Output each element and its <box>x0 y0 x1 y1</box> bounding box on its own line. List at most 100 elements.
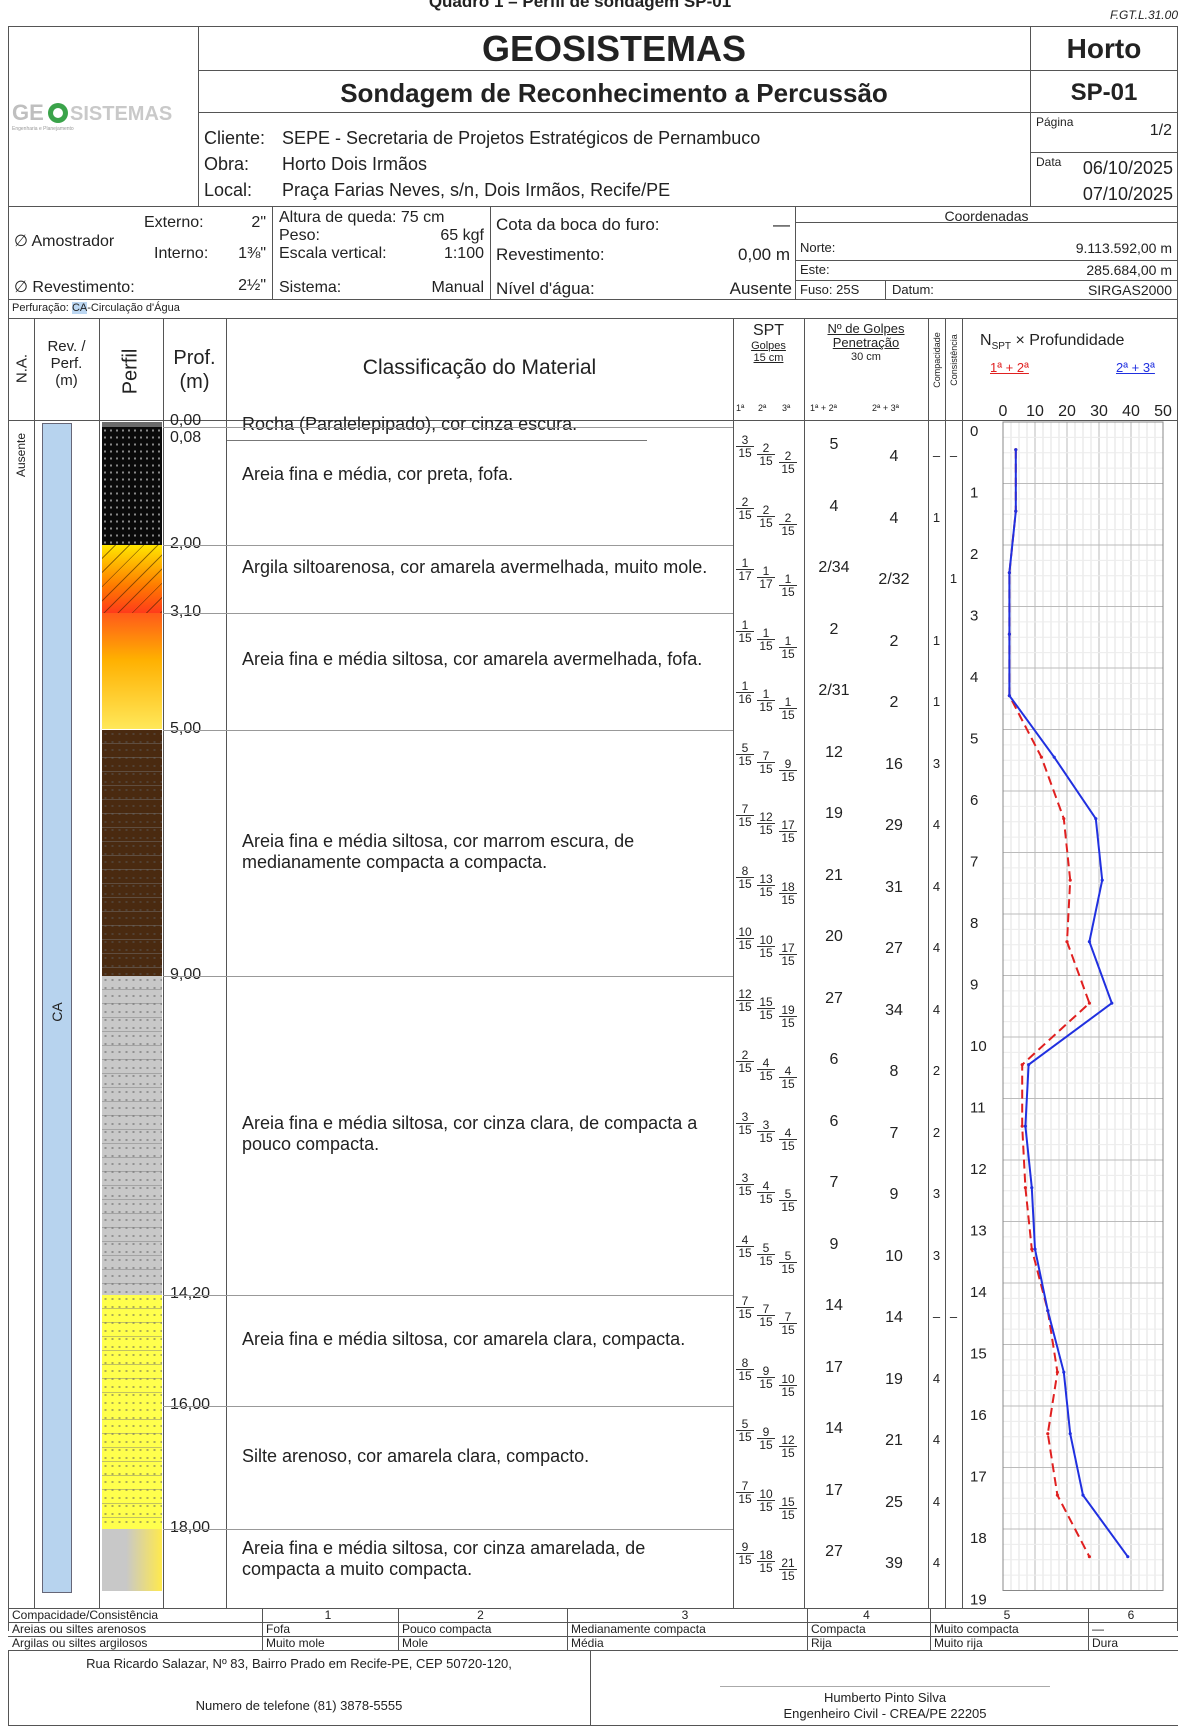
col-spt-header: SPT Golpes 15 cm <box>751 322 786 364</box>
profile-band-yellow <box>102 1295 162 1406</box>
form-code: F.GT.L.31.00 <box>1109 8 1178 22</box>
compacidade-value: – <box>932 1309 941 1325</box>
y-tick-label: 19 <box>970 1592 987 1609</box>
spt-blow-3: 15 15 <box>779 1496 797 1521</box>
layer-boundary <box>163 1529 733 1530</box>
series-point <box>1023 1124 1027 1128</box>
y-tick-label: 13 <box>970 1223 987 1240</box>
legend-cell: Pouco compacta <box>402 1622 492 1636</box>
layer-description: Areia fina e média siltosa, cor amarela … <box>242 1328 686 1349</box>
y-tick-label: 18 <box>970 1530 987 1547</box>
work-value: Horto Dois Irmãos <box>282 154 428 174</box>
compacidade-value: 4 <box>932 1432 941 1448</box>
layer-depth: 14,20 <box>170 1285 211 1303</box>
consistencia-value: 1 <box>949 571 958 587</box>
spt-blow-3: 18 15 <box>779 881 797 906</box>
spt-blow-2: 2 15 <box>757 442 775 467</box>
legend-cell: Média <box>571 1636 604 1650</box>
n-first-second: 7 <box>829 1174 839 1192</box>
casing-value: 2½" <box>238 277 266 294</box>
legend-cell: Argilas ou siltes argilosos <box>12 1636 148 1650</box>
compacidade-value: 1 <box>932 509 941 525</box>
layer-description: Areia fina e média siltosa, cor cinza am… <box>242 1537 646 1579</box>
n-first-second: 2/31 <box>818 682 850 700</box>
series-point <box>1039 755 1043 759</box>
system-value: Manual <box>431 279 484 296</box>
legend-12: 1ª + 2ª <box>990 360 1029 375</box>
series-point <box>1030 1247 1034 1251</box>
spt-blow-1: 3 15 <box>736 1172 754 1197</box>
client-label: Cliente: <box>204 128 266 148</box>
series-point <box>1020 1063 1024 1067</box>
y-tick-label: 11 <box>970 1100 986 1117</box>
page-label: Página <box>1036 115 1074 129</box>
col-compac-header: Compacidade <box>932 332 942 388</box>
legend-cell: Muito rija <box>934 1636 983 1650</box>
y-tick-label: 4 <box>970 669 978 686</box>
n-second-third: 2 <box>889 632 899 650</box>
compacidade-value: 2 <box>932 1124 941 1140</box>
external-value: 2" <box>251 214 266 231</box>
layer-depth: 16,00 <box>170 1396 211 1413</box>
mouth-label: Cota da boca do furo: <box>496 215 660 234</box>
n-first-second: 14 <box>825 1297 843 1315</box>
n-first-second: 2/34 <box>818 559 850 577</box>
company-logo: GE SISTEMAS Engenharia e Planejamento <box>10 98 190 132</box>
layer-description: Areia fina e média siltosa, cor cinza cl… <box>242 1113 698 1155</box>
layer-boundary <box>163 729 733 731</box>
profile-band-sand-red <box>102 612 162 730</box>
n-second-third: 29 <box>885 817 903 835</box>
n-second-third: 31 <box>885 878 903 896</box>
spt-blow-1: 7 15 <box>736 803 754 828</box>
compacidade-value: 4 <box>932 940 941 956</box>
layer-depth: 18,00 <box>170 1519 211 1536</box>
client-value: SEPE - Secretaria de Projetos Estratégic… <box>282 128 761 148</box>
spt-blow-1: 1 16 <box>736 680 754 705</box>
series-point <box>1023 1186 1027 1190</box>
col-spt-3: 3ª <box>782 403 791 413</box>
n-second-third: 27 <box>885 940 903 958</box>
col-class-header: Classificação do Material <box>362 356 597 379</box>
spt-blow-1: 8 15 <box>736 865 754 890</box>
n-first-second: 12 <box>825 743 843 761</box>
spt-blow-3: 2 15 <box>779 512 797 537</box>
n-second-third: 7 <box>889 1124 899 1142</box>
north-label: Norte: <box>800 240 836 255</box>
water-value: Ausente <box>729 279 792 298</box>
series-point <box>1062 1370 1066 1374</box>
scale-label: Escala vertical: <box>279 245 387 262</box>
profile-band-clay <box>102 545 162 613</box>
layer-boundary <box>163 975 733 977</box>
spt-blow-2: 1 15 <box>757 627 775 652</box>
layer-description: Silte arenoso, cor amarela clara, compac… <box>242 1445 590 1466</box>
n-first-second: 17 <box>825 1481 843 1499</box>
company-address: Rua Ricardo Salazar, Nº 83, Bairro Prado… <box>86 1656 512 1671</box>
legend-cell: Fofa <box>266 1622 291 1636</box>
y-tick-label: 16 <box>970 1407 987 1424</box>
location-label: Local: <box>204 180 253 200</box>
chart-title: NSPT × Profundidade <box>980 332 1125 353</box>
external-label: Externo: <box>144 214 204 231</box>
compacidade-value: 4 <box>932 1001 941 1017</box>
spt-blow-2: 4 15 <box>757 1057 775 1082</box>
legend-cell: Compacidade/Consistência <box>12 1608 159 1622</box>
compacidade-value: 3 <box>932 755 941 771</box>
spt-blow-2: 9 15 <box>757 1426 775 1451</box>
spt-blow-1: 2 15 <box>736 496 754 521</box>
legend-cell: Areias ou siltes arenosos <box>12 1622 147 1636</box>
n-second-third: 21 <box>885 1432 903 1450</box>
layer-boundary <box>163 545 733 546</box>
report-subtitle: Sondagem de Reconhecimento a Percussão <box>340 78 888 108</box>
spt-blow-1: 5 15 <box>736 1418 754 1443</box>
legend-cell: 3 <box>681 1608 689 1622</box>
y-tick-label: 17 <box>970 1469 987 1486</box>
east-value: 285.684,00 m <box>1086 262 1172 278</box>
spt-blow-3: 1 15 <box>779 635 797 660</box>
n-second-third: 10 <box>885 1247 903 1265</box>
drop-height: Altura de queda: 75 cm <box>279 209 445 226</box>
series-point <box>1007 694 1011 698</box>
y-tick-label: 3 <box>970 608 978 625</box>
series-point <box>1052 755 1056 759</box>
n-second-third: 4 <box>889 448 899 466</box>
casing-bar: CA <box>42 423 72 1593</box>
